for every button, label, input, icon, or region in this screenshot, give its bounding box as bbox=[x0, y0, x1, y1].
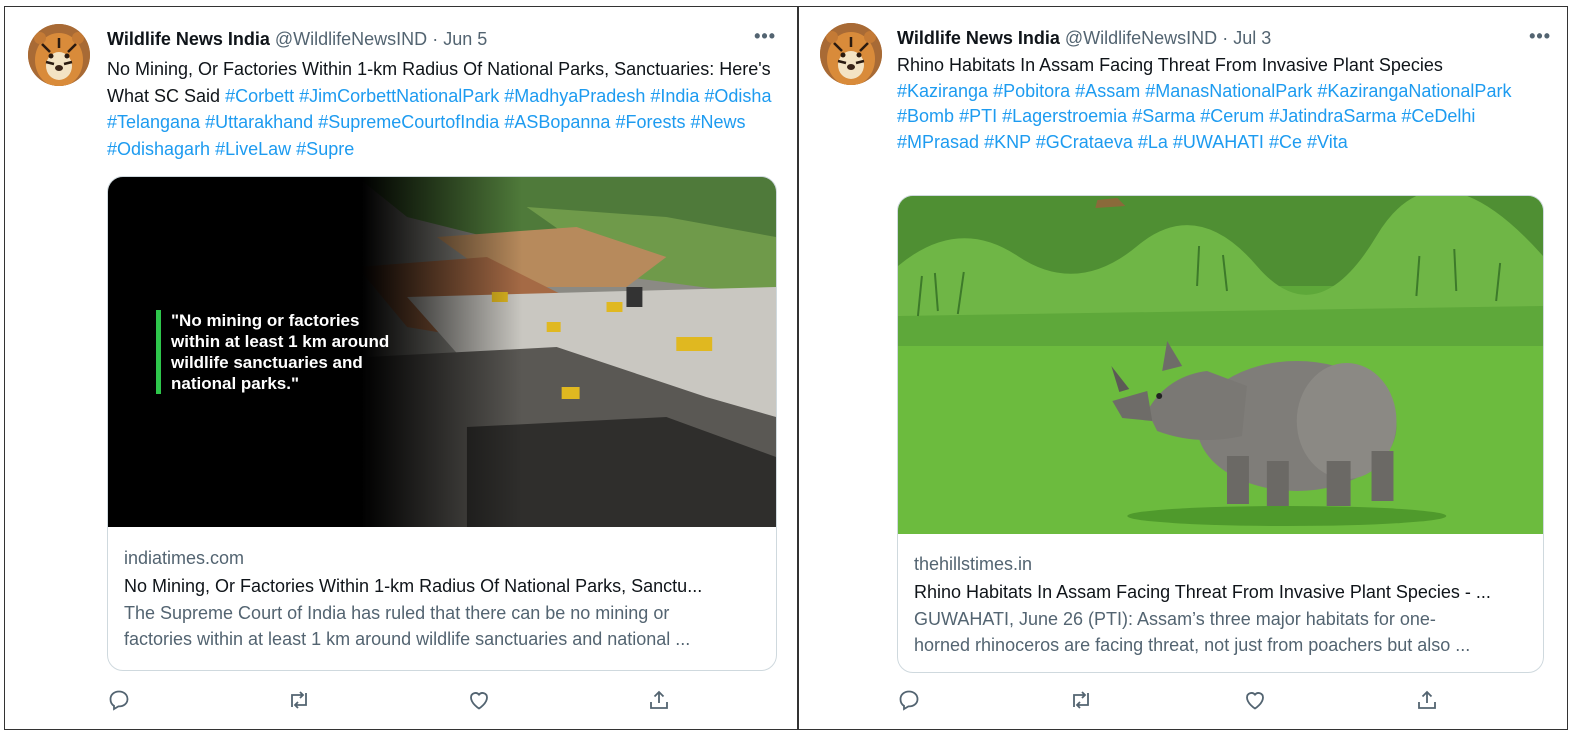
like-icon[interactable] bbox=[467, 688, 493, 714]
author-handle[interactable]: @WildlifeNewsIND bbox=[275, 29, 427, 49]
hashtag[interactable]: #Sarma bbox=[1132, 106, 1195, 126]
share-icon[interactable] bbox=[647, 688, 673, 714]
hashtag[interactable]: #Vita bbox=[1307, 132, 1348, 152]
link-card[interactable]: "No mining or factories within at least … bbox=[107, 176, 777, 671]
link-card[interactable]: thehillstimes.in Rhino Habitats In Assam… bbox=[897, 195, 1544, 673]
hashtag[interactable]: #Lagerstroemia bbox=[1002, 106, 1127, 126]
like-icon[interactable] bbox=[1243, 688, 1269, 714]
card-description-line: factories within at least 1 km around wi… bbox=[124, 629, 691, 649]
reply-icon[interactable] bbox=[897, 688, 923, 714]
card-title: No Mining, Or Factories Within 1-km Radi… bbox=[124, 576, 703, 596]
hashtag[interactable]: #SupremeCourtofIndia bbox=[318, 112, 499, 132]
hashtag[interactable]: #ManasNationalPark bbox=[1145, 81, 1312, 101]
retweet-icon[interactable] bbox=[287, 688, 313, 714]
card-description: GUWAHATI, June 26 (PTI): Assam’s three m… bbox=[914, 606, 1527, 658]
hashtag[interactable]: #Uttarakhand bbox=[205, 112, 313, 132]
retweet-icon[interactable] bbox=[1069, 688, 1095, 714]
hashtag[interactable]: #India bbox=[650, 86, 699, 106]
author-name[interactable]: Wildlife News India bbox=[897, 28, 1060, 48]
tweet-1[interactable]: Wildlife News India @WildlifeNewsIND · J… bbox=[6, 6, 796, 730]
hashtag[interactable]: #JatindraSarma bbox=[1269, 106, 1396, 126]
hashtag[interactable]: #Forests bbox=[615, 112, 685, 132]
card-image-rhino[interactable] bbox=[898, 196, 1543, 534]
hashtag[interactable]: #Odishagarh bbox=[107, 139, 210, 159]
hashtag[interactable]: #CeDelhi bbox=[1401, 106, 1475, 126]
tweet-date[interactable]: Jun 5 bbox=[443, 29, 487, 49]
hashtag[interactable]: #KazirangaNationalPark bbox=[1317, 81, 1511, 101]
hashtag[interactable]: #Ce bbox=[1269, 132, 1302, 152]
hashtag[interactable]: #Odisha bbox=[704, 86, 771, 106]
image-quote: "No mining or factories within at least … bbox=[156, 310, 406, 394]
reply-icon[interactable] bbox=[107, 688, 133, 714]
tweet-text: Rhino Habitats In Assam Facing Threat Fr… bbox=[897, 53, 1537, 155]
card-domain: indiatimes.com bbox=[124, 548, 245, 568]
hashtag[interactable]: #UWAHATI bbox=[1173, 132, 1264, 152]
card-meta: thehillstimes.in Rhino Habitats In Assam… bbox=[898, 553, 1543, 658]
hashtag[interactable]: #Supre bbox=[296, 139, 354, 159]
more-options-icon[interactable]: ••• bbox=[1529, 27, 1551, 45]
hashtag[interactable]: #La bbox=[1138, 132, 1168, 152]
more-options-icon[interactable]: ••• bbox=[754, 27, 776, 45]
avatar[interactable] bbox=[820, 23, 882, 85]
hashtag[interactable]: #Kaziranga bbox=[897, 81, 988, 101]
card-image-mining[interactable]: "No mining or factories within at least … bbox=[108, 177, 776, 527]
hashtag[interactable]: #Pobitora bbox=[993, 81, 1070, 101]
hashtag[interactable]: #Cerum bbox=[1200, 106, 1264, 126]
hashtag[interactable]: #Telangana bbox=[107, 112, 200, 132]
card-description-line: GUWAHATI, June 26 (PTI): Assam’s three m… bbox=[914, 609, 1436, 629]
share-icon[interactable] bbox=[1415, 688, 1441, 714]
hashtag[interactable]: #PTI bbox=[959, 106, 997, 126]
hashtag[interactable]: #ASBopanna bbox=[504, 112, 610, 132]
hashtag[interactable]: #Bomb bbox=[897, 106, 954, 126]
card-domain: thehillstimes.in bbox=[914, 554, 1033, 574]
tweet-text: No Mining, Or Factories Within 1-km Radi… bbox=[107, 56, 787, 162]
card-description-line: The Supreme Court of India has ruled tha… bbox=[124, 603, 670, 623]
hashtag[interactable]: #News bbox=[690, 112, 745, 132]
author-name[interactable]: Wildlife News India bbox=[107, 29, 270, 49]
tweet-actions bbox=[897, 688, 1457, 714]
card-meta: indiatimes.com No Mining, Or Factories W… bbox=[108, 547, 776, 652]
separator-dot: · bbox=[1222, 28, 1229, 48]
tweet-header: Wildlife News India @WildlifeNewsIND · J… bbox=[897, 27, 1271, 49]
hashtag[interactable]: #LiveLaw bbox=[215, 139, 291, 159]
tweet-headline: Rhino Habitats In Assam Facing Threat Fr… bbox=[897, 55, 1443, 75]
avatar[interactable] bbox=[28, 24, 90, 86]
hashtag[interactable]: #GCrataeva bbox=[1036, 132, 1133, 152]
hashtag[interactable]: #Corbett bbox=[225, 86, 294, 106]
separator-dot: · bbox=[432, 29, 439, 49]
tweet-date[interactable]: Jul 3 bbox=[1233, 28, 1271, 48]
hashtag[interactable]: #MPrasad bbox=[897, 132, 979, 152]
card-description-line: horned rhinoceros are facing threat, not… bbox=[914, 635, 1471, 655]
author-handle[interactable]: @WildlifeNewsIND bbox=[1065, 28, 1217, 48]
hashtag[interactable]: #KNP bbox=[984, 132, 1031, 152]
hashtag[interactable]: #MadhyaPradesh bbox=[504, 86, 645, 106]
tweet-header: Wildlife News India @WildlifeNewsIND · J… bbox=[107, 28, 487, 50]
tweet-actions bbox=[107, 688, 687, 714]
hashtag[interactable]: #Assam bbox=[1075, 81, 1140, 101]
card-title: Rhino Habitats In Assam Facing Threat Fr… bbox=[914, 582, 1491, 602]
tweet-2[interactable]: Wildlife News India @WildlifeNewsIND · J… bbox=[799, 6, 1567, 730]
hashtag[interactable]: #JimCorbettNationalPark bbox=[299, 86, 499, 106]
card-description: The Supreme Court of India has ruled tha… bbox=[124, 600, 760, 652]
